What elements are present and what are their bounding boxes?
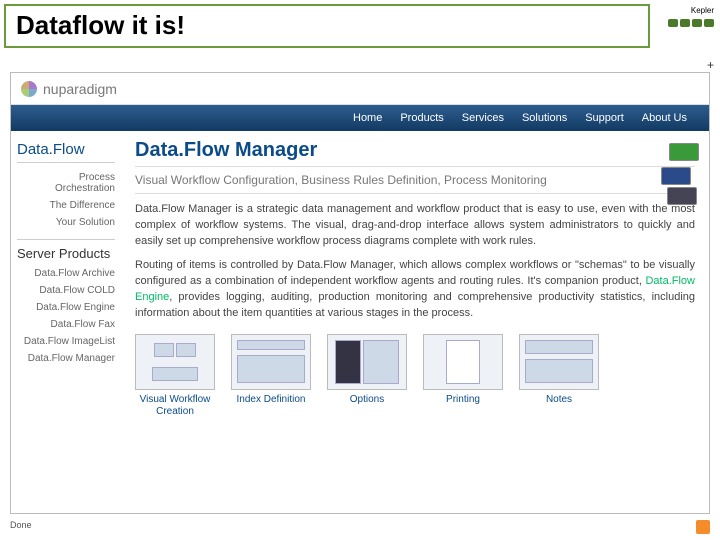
- kepler-label: Kepler: [691, 6, 714, 15]
- sidebar-product-fax[interactable]: Data.Flow Fax: [17, 316, 115, 333]
- nav-products[interactable]: Products: [400, 112, 443, 124]
- sidebar: Data.Flow Process Orchestration The Diff…: [11, 131, 121, 513]
- page-body: Data.Flow Process Orchestration The Diff…: [11, 131, 709, 513]
- thumb-img-icon: [519, 334, 599, 390]
- thumb-label: Options: [327, 394, 407, 406]
- sidebar-product-engine[interactable]: Data.Flow Engine: [17, 299, 115, 316]
- top-nav: Home Products Services Solutions Support…: [11, 105, 709, 131]
- thumb-label: Visual Workflow Creation: [135, 394, 215, 418]
- site-logo-bar: nuparadigm: [11, 73, 709, 105]
- site-logo-text: nuparadigm: [43, 81, 117, 97]
- thumb-label: Index Definition: [231, 394, 311, 406]
- sidebar-item-solution[interactable]: Your Solution: [17, 214, 115, 231]
- slide-title: Dataflow it is!: [16, 10, 638, 41]
- thumb-index-definition[interactable]: Index Definition: [231, 334, 311, 418]
- status-text: Done: [10, 520, 32, 530]
- thumb-label: Printing: [423, 394, 503, 406]
- thumb-label: Notes: [519, 394, 599, 406]
- kepler-nodes-icon: [658, 19, 714, 27]
- page-tagline: Visual Workflow Configuration, Business …: [135, 166, 695, 194]
- sidebar-product-cold[interactable]: Data.Flow COLD: [17, 282, 115, 299]
- block-gray-icon: [667, 187, 697, 205]
- block-blue-icon: [661, 167, 691, 185]
- paragraph-1: Data.Flow Manager is a strategic data ma…: [135, 202, 695, 250]
- nav-services[interactable]: Services: [462, 112, 504, 124]
- thumb-visual-workflow[interactable]: Visual Workflow Creation: [135, 334, 215, 418]
- workflow-graphic-icon: [643, 139, 699, 209]
- slide-title-bar: Dataflow it is!: [4, 4, 650, 48]
- thumb-img-icon: [231, 334, 311, 390]
- main-content: Data.Flow Manager Visual Workflow Config…: [121, 131, 709, 513]
- sidebar-brand[interactable]: Data.Flow: [17, 141, 115, 163]
- sidebar-item-process[interactable]: Process Orchestration: [17, 169, 115, 197]
- browser-window: nuparadigm Home Products Services Soluti…: [10, 72, 710, 514]
- thumb-img-icon: [135, 334, 215, 390]
- nav-solutions[interactable]: Solutions: [522, 112, 567, 124]
- nav-home[interactable]: Home: [353, 112, 382, 124]
- sidebar-product-manager[interactable]: Data.Flow Manager: [17, 350, 115, 367]
- thumb-options[interactable]: Options: [327, 334, 407, 418]
- sidebar-item-difference[interactable]: The Difference: [17, 197, 115, 214]
- logo-icon: [21, 81, 37, 97]
- page-title: Data.Flow Manager: [135, 139, 695, 162]
- expand-icon[interactable]: +: [707, 58, 714, 72]
- thumb-notes[interactable]: Notes: [519, 334, 599, 418]
- rss-icon[interactable]: [696, 520, 710, 534]
- nav-support[interactable]: Support: [585, 112, 624, 124]
- thumb-printing[interactable]: Printing: [423, 334, 503, 418]
- nav-about[interactable]: About Us: [642, 112, 687, 124]
- kepler-logo: Kepler: [656, 4, 716, 48]
- sidebar-product-archive[interactable]: Data.Flow Archive: [17, 265, 115, 282]
- thumbnails-row: Visual Workflow Creation Index Definitio…: [135, 334, 695, 418]
- thumb-img-icon: [327, 334, 407, 390]
- sidebar-section-server: Server Products: [17, 239, 115, 261]
- thumb-img-icon: [423, 334, 503, 390]
- sidebar-product-imagelist[interactable]: Data.Flow ImageList: [17, 333, 115, 350]
- paragraph-2: Routing of items is controlled by Data.F…: [135, 258, 695, 322]
- block-green-icon: [669, 143, 699, 161]
